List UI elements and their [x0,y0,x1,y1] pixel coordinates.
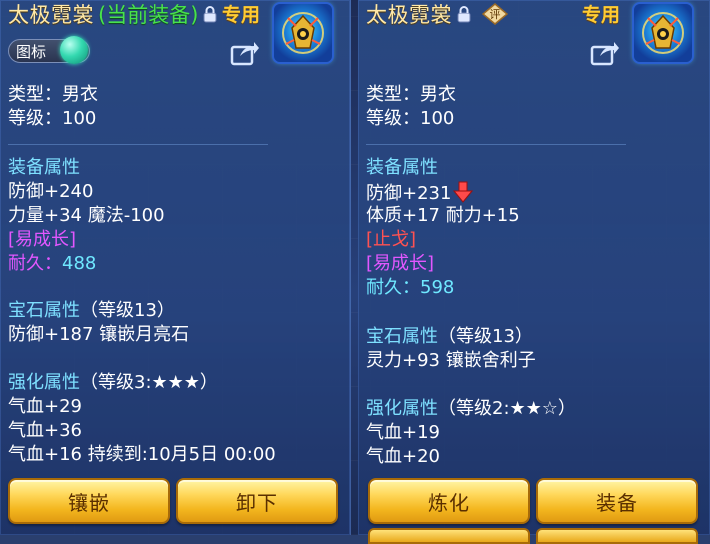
gem-level: （等级13） [80,300,175,321]
refine-button[interactable]: 炼化 [368,478,530,524]
inlay-button[interactable]: 镶嵌 [8,478,170,524]
enhance-line: 气血+36 [8,420,82,441]
attr-header: 装备属性 [366,157,438,178]
attr-line-defense: 防御+231 [366,181,474,205]
durability-value: 488 [62,253,97,274]
enhance-line: 气血+20 [366,446,440,467]
lock-icon[interactable] [456,5,472,23]
lock-icon[interactable] [202,5,218,23]
durability-value: 598 [420,277,455,298]
attr-line: 体质+17 耐力+15 [366,205,520,226]
eval-badge-text: 评 [490,8,501,21]
title-row: 太极霓裳 (当前装备) [8,0,218,28]
type-line: 类型：男衣 [366,84,456,105]
partial-button[interactable] [536,528,698,544]
durability-line: 耐久：488 [8,253,96,275]
divider [8,144,268,145]
durability-line: 耐久：598 [366,277,454,299]
icon-toggle[interactable]: 图标 [8,36,90,64]
durability-label: 耐久： [8,253,62,274]
enhance-header: 强化属性 [8,372,80,393]
enhance-header-line: 强化属性（等级3:★★★） [8,372,218,394]
equipped-tag: (当前装备) [98,3,199,27]
toggle-label: 图标 [16,43,47,61]
enhance-header-line: 强化属性（等级2:★★☆） [366,398,576,420]
armor-item-icon[interactable] [634,4,692,62]
exclusive-label: 专用 [222,4,261,26]
level-line: 等级：100 [366,108,455,129]
divider [366,144,626,145]
gem-line: 灵力+93 镶嵌舍利子 [366,350,536,371]
title-row: 太极霓裳 评 [366,0,509,28]
share-icon[interactable] [590,40,620,66]
exclusive-label: 专用 [582,4,621,26]
evaluate-icon[interactable]: 评 [481,3,509,25]
enhance-line: 气血+16 持续到:10月5日 00:00 [8,444,276,465]
gem-header: 宝石属性 [366,326,438,347]
gem-header-line: 宝石属性（等级13） [366,326,533,348]
unequip-button[interactable]: 卸下 [176,478,338,524]
equipped-item-tooltip: 太极霓裳 (当前装备) 专用 图标 类型：男衣 等级：100 装备属性 防御+2… [0,0,351,535]
share-icon[interactable] [230,40,260,66]
partial-button[interactable] [368,528,530,544]
special-tag: [止戈] [366,229,417,250]
gem-level: （等级13） [438,326,533,347]
equip-button[interactable]: 装备 [536,478,698,524]
growth-tag: [易成长] [8,229,77,250]
gem-header: 宝石属性 [8,300,80,321]
compare-item-tooltip: 太极霓裳 评 专用 类型：男衣 等级：100 装备属性 防御+231 体质+17… [358,0,710,544]
durability-label: 耐久： [366,277,420,298]
enhance-level: （等级3:★★★） [80,372,218,393]
type-line: 类型：男衣 [8,84,98,105]
gem-header-line: 宝石属性（等级13） [8,300,175,322]
attr-header: 装备属性 [8,157,80,178]
enhance-line: 气血+29 [8,396,82,417]
attr-line: 防御+240 [8,181,94,202]
enhance-header: 强化属性 [366,398,438,419]
down-arrow-icon [453,181,474,203]
toggle-knob [60,36,88,64]
armor-item-icon[interactable] [274,4,332,62]
attr-line: 防御+231 [366,183,452,204]
growth-tag: [易成长] [366,253,435,274]
item-title: 太极霓裳 [366,3,452,27]
item-title: 太极霓裳 [8,3,94,27]
attr-line: 力量+34 魔法-100 [8,205,165,226]
enhance-line: 气血+19 [366,422,440,443]
enhance-level: （等级2:★★☆） [438,398,576,419]
gem-line: 防御+187 镶嵌月亮石 [8,324,190,345]
level-line: 等级：100 [8,108,97,129]
